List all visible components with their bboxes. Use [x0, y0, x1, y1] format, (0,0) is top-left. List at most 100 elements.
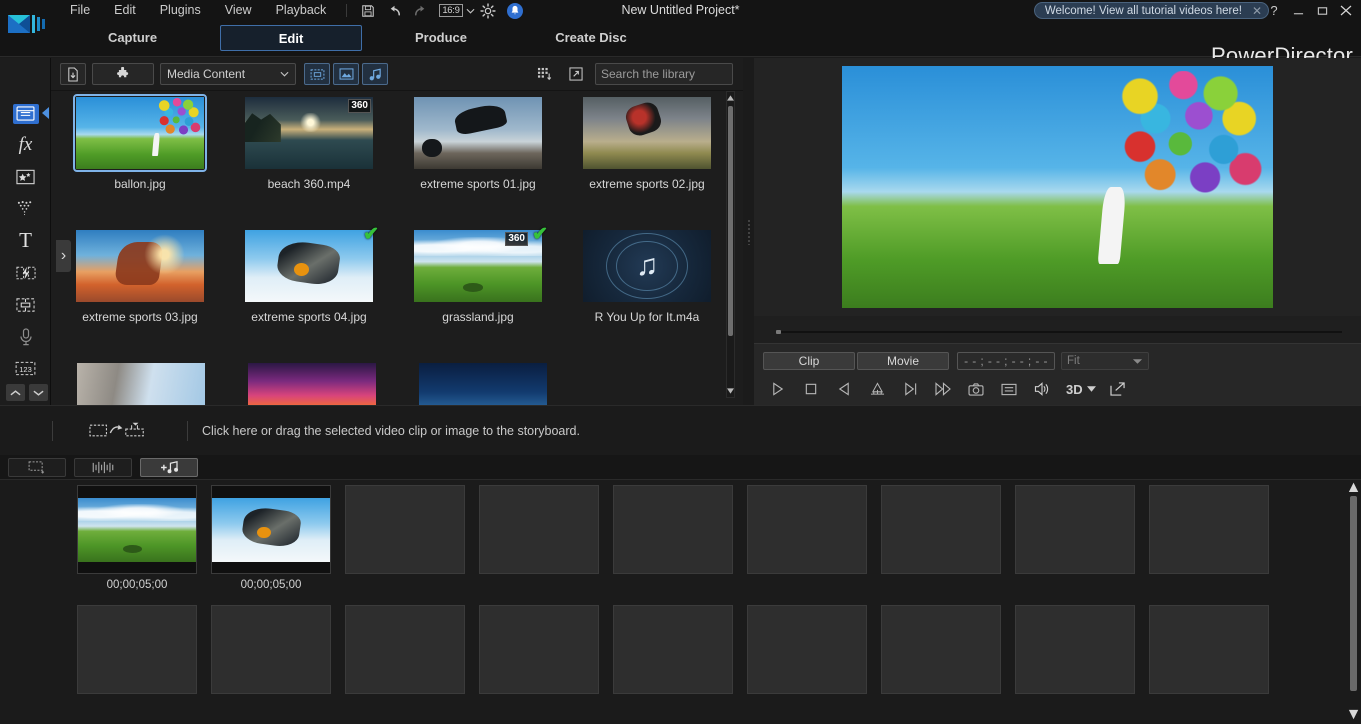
library-filter-select[interactable]: Media Content: [160, 63, 296, 85]
storyboard-slot[interactable]: [747, 605, 867, 694]
storyboard-slot[interactable]: [1015, 605, 1135, 694]
storyboard-cell[interactable]: [747, 605, 881, 694]
storyboard-slot[interactable]: [345, 485, 465, 574]
storyboard-slot[interactable]: [613, 605, 733, 694]
timeline-view-button[interactable]: [74, 458, 132, 477]
sidebar-item-voiceover-room[interactable]: [0, 321, 51, 352]
tab-movie[interactable]: Movie: [857, 352, 949, 370]
storyboard-cell[interactable]: [881, 605, 1015, 694]
menu-playback[interactable]: Playback: [264, 0, 339, 21]
preview-stage[interactable]: [754, 58, 1361, 316]
scrollbar-thumb[interactable]: [1350, 496, 1357, 691]
close-icon[interactable]: ✕: [1250, 5, 1264, 17]
tab-create-disc[interactable]: Create Disc: [520, 25, 662, 51]
list-item[interactable]: [402, 363, 564, 405]
thumbnail[interactable]: ♫: [583, 230, 711, 302]
tab-capture[interactable]: Capture: [60, 25, 205, 51]
storyboard-slot[interactable]: [211, 485, 331, 574]
display-options-list-icon[interactable]: [994, 378, 1024, 400]
storyboard-cell[interactable]: [1149, 605, 1283, 694]
thumbnail[interactable]: 360 ✔: [414, 230, 542, 302]
storyboard-slot[interactable]: [345, 605, 465, 694]
plugins-button[interactable]: [92, 63, 154, 85]
timecode-display[interactable]: - - ; - - ; - - ; - -: [957, 352, 1055, 370]
storyboard-cell[interactable]: 00;00;05;00: [77, 485, 211, 591]
previous-frame-button[interactable]: [829, 378, 859, 400]
storyboard-cell[interactable]: [613, 485, 747, 591]
fast-forward-button[interactable]: [928, 378, 958, 400]
storyboard-view-button[interactable]: [8, 458, 66, 477]
thumbnail[interactable]: [76, 97, 204, 169]
storyboard-cell[interactable]: [211, 605, 345, 694]
thumbnail[interactable]: ✔: [245, 230, 373, 302]
thumbnail[interactable]: [248, 363, 376, 405]
menu-file[interactable]: File: [58, 0, 102, 21]
sidebar-item-pip-objects-room[interactable]: [0, 161, 51, 192]
tab-edit[interactable]: Edit: [220, 25, 362, 51]
list-item[interactable]: extreme sports 01.jpg: [398, 97, 558, 230]
storyboard-cell[interactable]: [345, 605, 479, 694]
drag-to-storyboard-icon[interactable]: [89, 420, 151, 442]
sidebar-item-title-room[interactable]: T: [0, 225, 51, 256]
sidebar-item-particle-room[interactable]: [0, 193, 51, 224]
menu-edit[interactable]: Edit: [102, 0, 148, 21]
redo-icon[interactable]: [409, 1, 431, 20]
storyboard-cell[interactable]: [77, 605, 211, 694]
import-media-button[interactable]: [60, 63, 86, 85]
next-frame-button[interactable]: [895, 378, 925, 400]
storyboard-slot[interactable]: [211, 605, 331, 694]
zoom-select[interactable]: Fit: [1061, 352, 1149, 370]
thumbnail[interactable]: [77, 363, 205, 405]
storyboard-cell[interactable]: [479, 485, 613, 591]
minimize-button[interactable]: [1287, 0, 1309, 21]
storyboard-cell[interactable]: [1015, 605, 1149, 694]
sidebar-item-effect-room[interactable]: fx: [0, 129, 51, 160]
bell-icon[interactable]: [507, 3, 523, 19]
scroll-down-icon[interactable]: [727, 386, 734, 396]
popout-preview-icon[interactable]: [1103, 378, 1133, 400]
sidebar-item-transition-room[interactable]: [0, 257, 51, 288]
add-background-music-button[interactable]: [140, 458, 198, 477]
welcome-notification[interactable]: Welcome! View all tutorial videos here! …: [1034, 2, 1269, 19]
list-item[interactable]: [231, 363, 393, 405]
save-icon[interactable]: [357, 1, 379, 20]
preview-scrubber[interactable]: [776, 330, 1342, 334]
marker-button[interactable]: [862, 378, 892, 400]
search-box[interactable]: [595, 63, 733, 85]
storyboard-slot[interactable]: [747, 485, 867, 574]
list-item[interactable]: extreme sports 02.jpg: [567, 97, 727, 230]
storyboard-scrollbar[interactable]: ▲ ▼: [1348, 482, 1359, 722]
aspect-ratio-button[interactable]: 16:9: [439, 4, 474, 17]
play-button[interactable]: [763, 378, 793, 400]
close-button[interactable]: [1335, 0, 1357, 21]
storyboard-slot[interactable]: [881, 605, 1001, 694]
storyboard-slot[interactable]: [1149, 485, 1269, 574]
storyboard-cell[interactable]: [613, 605, 747, 694]
panel-splitter[interactable]: [744, 58, 754, 405]
storyboard-slot[interactable]: [1149, 605, 1269, 694]
scroll-up-icon[interactable]: ▲: [1349, 482, 1358, 493]
sort-grid-icon[interactable]: [533, 65, 555, 84]
video-filter-button[interactable]: [304, 63, 330, 85]
list-item[interactable]: ♫ R You Up for It.m4a: [567, 230, 727, 363]
storyboard-slot[interactable]: [479, 605, 599, 694]
library-scrollbar[interactable]: [726, 91, 735, 398]
menu-view[interactable]: View: [213, 0, 264, 21]
list-item[interactable]: 360 beach 360.mp4: [229, 97, 389, 230]
storyboard-slot[interactable]: [479, 485, 599, 574]
storyboard-cell[interactable]: [747, 485, 881, 591]
stop-button[interactable]: [796, 378, 826, 400]
undo-icon[interactable]: [383, 1, 405, 20]
storyboard-slot[interactable]: [77, 485, 197, 574]
sidebar-item-chapter-room[interactable]: 123: [0, 353, 51, 384]
storyboard-slot[interactable]: [881, 485, 1001, 574]
scroll-up-icon[interactable]: [727, 93, 734, 103]
expand-arrow-icon[interactable]: [565, 65, 587, 84]
chevron-down-icon[interactable]: [29, 384, 48, 401]
thumbnail[interactable]: [414, 97, 542, 169]
storyboard-cell[interactable]: [1015, 485, 1149, 591]
thumbnail[interactable]: [583, 97, 711, 169]
storyboard-slot[interactable]: [613, 485, 733, 574]
storyboard-cell[interactable]: [1149, 485, 1283, 591]
rail-expand-button[interactable]: ›: [56, 240, 71, 272]
